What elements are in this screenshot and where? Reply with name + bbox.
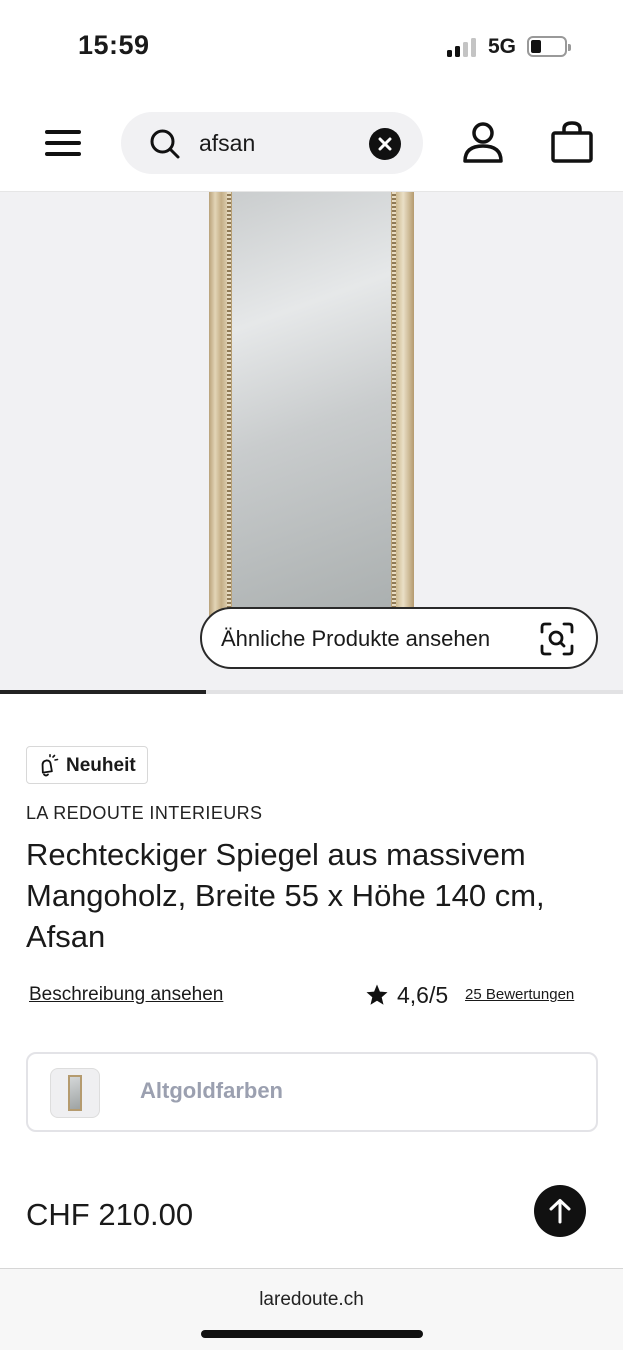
url-label: laredoute.ch <box>259 1289 364 1310</box>
site-header <box>0 92 623 192</box>
arrow-up-icon <box>549 1199 571 1224</box>
bell-icon <box>41 754 59 777</box>
scroll-to-top-button[interactable] <box>534 1185 586 1237</box>
scan-icon <box>540 622 574 656</box>
status-time: 15:59 <box>78 30 150 60</box>
gallery-progress <box>0 690 623 694</box>
badge-label: Neuheit <box>66 755 136 776</box>
user-icon[interactable] <box>461 122 505 164</box>
product-image-gallery[interactable]: Ähnliche Produkte ansehen <box>0 192 623 692</box>
new-badge: Neuheit <box>26 746 148 784</box>
star-icon <box>366 984 388 1005</box>
signal-icon <box>447 37 479 57</box>
similar-products-label: Ähnliche Produkte ansehen <box>221 626 491 651</box>
gallery-progress-fill <box>0 690 206 694</box>
search-bar[interactable] <box>121 112 423 174</box>
home-indicator[interactable] <box>201 1330 423 1338</box>
reviews-link[interactable]: 25 Bewertungen <box>465 986 574 1003</box>
status-bar: 15:59 5G <box>0 0 623 92</box>
clear-search-icon[interactable] <box>369 128 401 160</box>
variant-thumbnail <box>50 1068 100 1118</box>
variant-label: Altgoldfarben <box>140 1078 283 1103</box>
search-icon <box>150 129 180 159</box>
product-title: Rechteckiger Spiegel aus massivem Mangoh… <box>26 837 545 954</box>
network-label: 5G <box>488 35 517 58</box>
browser-address-bar[interactable]: laredoute.ch <box>0 1268 623 1350</box>
menu-icon[interactable] <box>45 128 81 158</box>
search-input[interactable] <box>199 126 359 160</box>
product-price: CHF 210.00 <box>26 1197 194 1232</box>
similar-products-button[interactable]: Ähnliche Produkte ansehen <box>200 607 598 669</box>
rating-value: 4,6/5 <box>397 982 449 1008</box>
battery-icon <box>527 36 571 57</box>
variant-selector[interactable]: Altgoldfarben <box>26 1052 598 1132</box>
description-link[interactable]: Beschreibung ansehen <box>29 984 223 1006</box>
bag-icon[interactable] <box>550 120 594 164</box>
product-brand: LA REDOUTE INTERIEURS <box>26 803 263 823</box>
product-image <box>209 192 414 622</box>
